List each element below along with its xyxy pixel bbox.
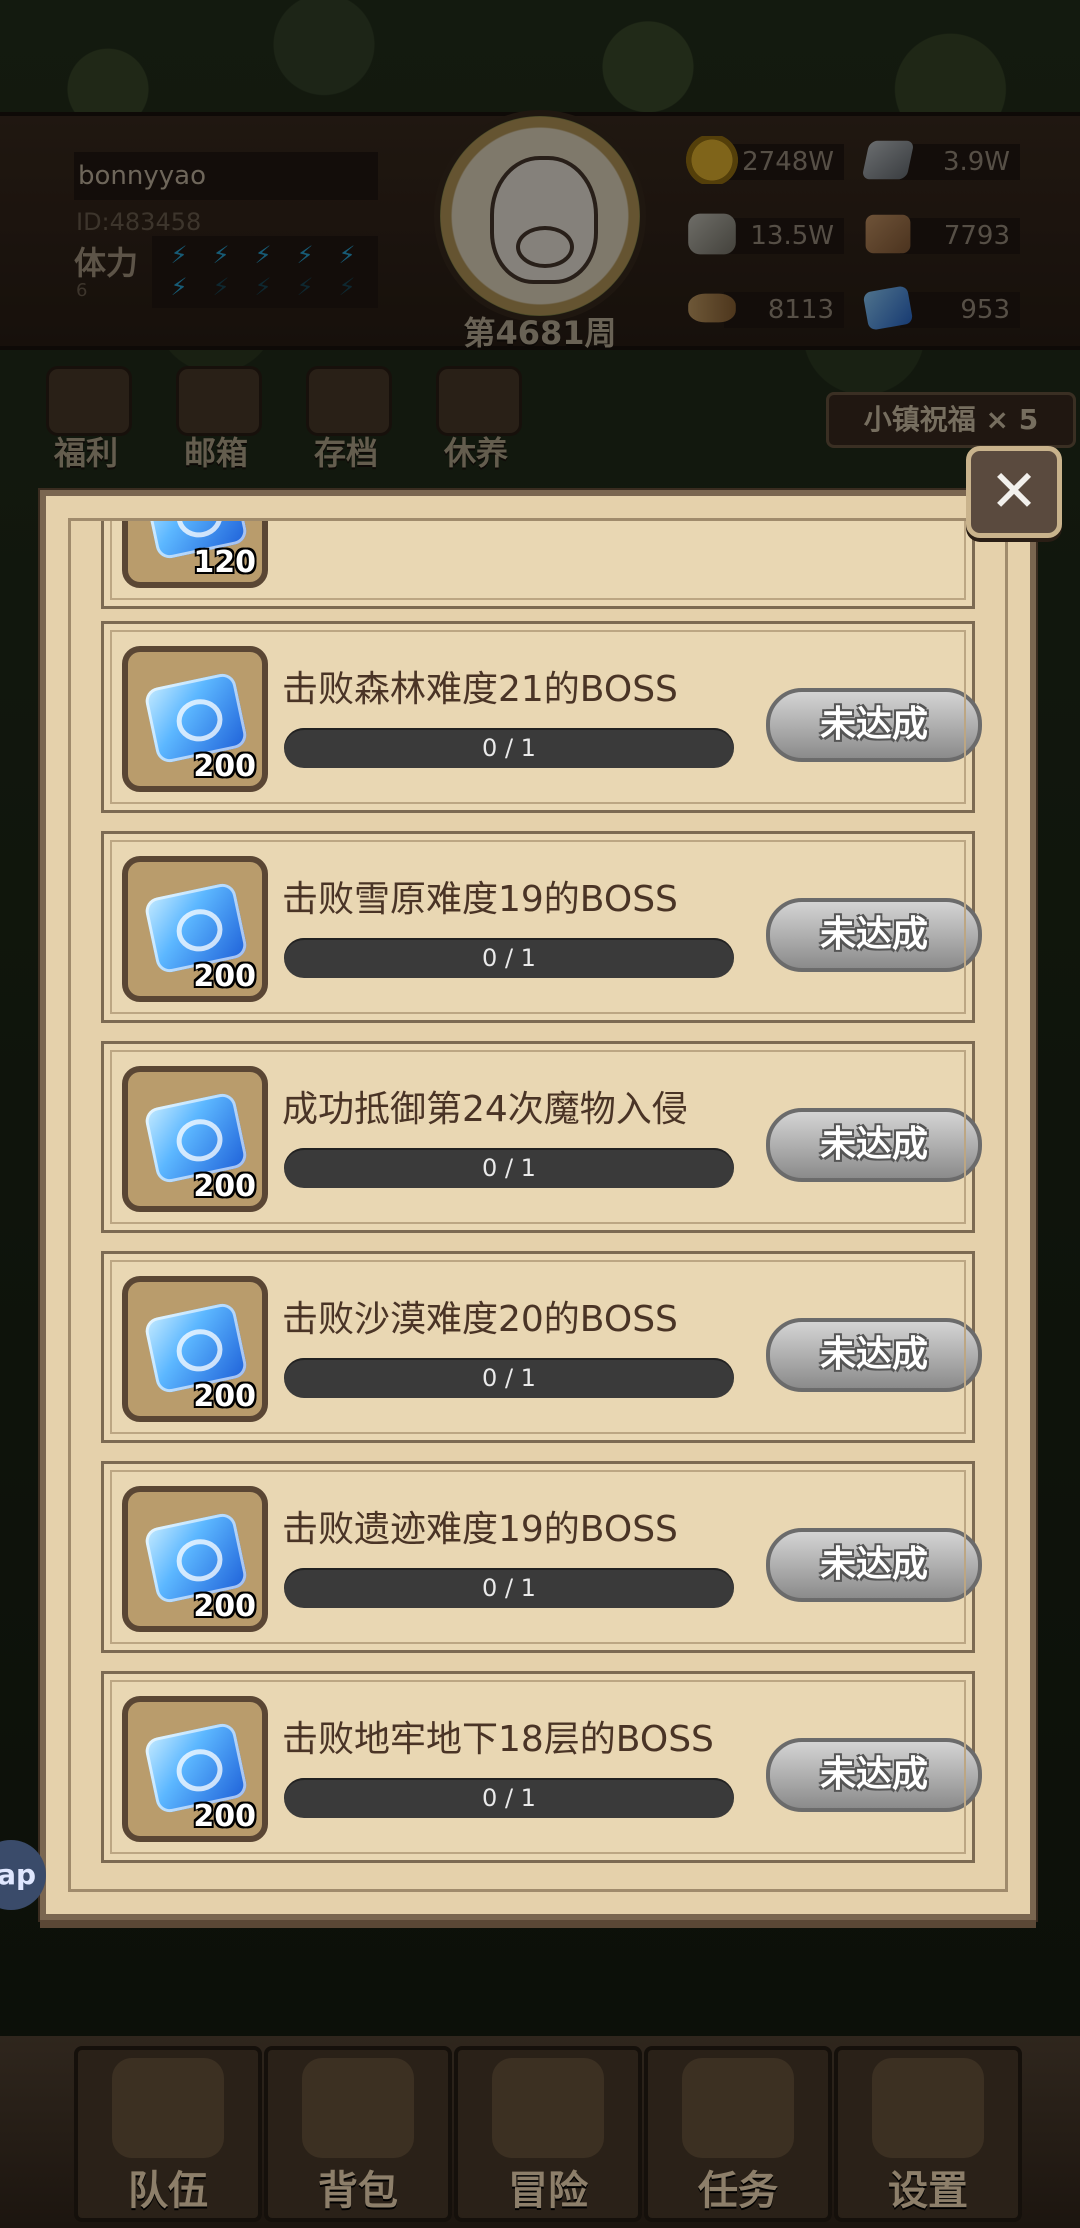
reward-count: 200 [193,1799,256,1834]
backpack-icon [302,2058,414,2158]
quest-row: 200 成功抵御第24次魔物入侵 0 / 1 未达成 [101,1041,982,1233]
quest-row: 200 击败森林难度21的BOSS 0 / 1 未达成 [101,621,982,813]
quest-progress-bar: 0 / 1 [284,1568,734,1608]
claim-button[interactable]: 未达成 [766,898,982,972]
bottom-nav-item[interactable]: 队伍 [74,2046,262,2222]
reward-count: 200 [193,1169,256,1204]
quest-title: 击败地牢地下18层的BOSS [282,1719,714,1760]
claim-button[interactable]: 未达成 [766,1318,982,1392]
claim-button[interactable]: 未达成 [766,1738,982,1812]
quest-row: 200 击败雪原难度19的BOSS 0 / 1 未达成 [101,831,982,1023]
quest-progress-text: 0 / 1 [482,944,536,972]
quest-row: 120 [101,521,975,609]
claim-button[interactable]: 未达成 [766,688,982,762]
reward-count: 120 [193,545,256,580]
quest-progress-text: 0 / 1 [482,1574,536,1602]
quest-title: 成功抵御第24次魔物入侵 [282,1089,688,1130]
quest-title: 击败沙漠难度20的BOSS [282,1299,678,1340]
quest-title: 击败森林难度21的BOSS [282,669,678,710]
reward-count: 200 [193,959,256,994]
bottom-nav-label: 背包 [318,2168,398,2214]
quest-row: 200 击败地牢地下18层的BOSS 0 / 1 未达成 [101,1671,982,1863]
quest-progress-bar: 0 / 1 [284,728,734,768]
quest-progress-text: 0 / 1 [482,1154,536,1182]
bottom-nav-item[interactable]: 背包 [264,2046,452,2222]
quest-progress-bar: 0 / 1 [284,1358,734,1398]
close-button[interactable]: ✕ [966,446,1062,538]
crossed-swords-icon [492,2058,604,2158]
quest-progress-bar: 0 / 1 [284,1148,734,1188]
reward-slot[interactable]: 120 [122,521,268,588]
reward-count: 200 [193,1379,256,1414]
reward-slot[interactable]: 200 [122,1066,268,1212]
quest-title: 击败雪原难度19的BOSS [282,879,678,920]
quest-progress-text: 0 / 1 [482,734,536,762]
claim-button[interactable]: 未达成 [766,1528,982,1602]
reward-count: 200 [193,749,256,784]
bottom-nav-item[interactable]: 冒险 [454,2046,642,2222]
bottom-nav-label: 任务 [698,2168,778,2214]
quest-row: 200 击败遗迹难度19的BOSS 0 / 1 未达成 [101,1461,982,1653]
bottom-nav-label: 设置 [888,2168,968,2214]
reward-slot[interactable]: 200 [122,856,268,1002]
quest-popup: 120 200 击败森林难度21的BOSS 0 / 1 未达成 200 击败雪原难度19的B… [40,490,1036,1920]
claim-button[interactable]: 未达成 [766,1108,982,1182]
close-x-icon: ✕ [989,457,1039,525]
quest-progress-bar: 0 / 1 [284,1778,734,1818]
reward-count: 200 [193,1589,256,1624]
reward-slot[interactable]: 200 [122,1276,268,1422]
quest-scroll-icon [682,2058,794,2158]
bottom-nav: 队伍 背包 冒险 任务 设置 [0,2036,1080,2228]
quest-row: 200 击败沙漠难度20的BOSS 0 / 1 未达成 [101,1251,982,1443]
bottom-nav-label: 冒险 [508,2168,588,2214]
bottom-nav-item[interactable]: 任务 [644,2046,832,2222]
bottom-nav-item[interactable]: 设置 [834,2046,1022,2222]
bottom-nav-label: 队伍 [128,2168,208,2214]
helmet-icon [112,2058,224,2158]
reward-slot[interactable]: 200 [122,646,268,792]
quest-progress-text: 0 / 1 [482,1784,536,1812]
gear-icon [872,2058,984,2158]
reward-slot[interactable]: 200 [122,1486,268,1632]
reward-slot[interactable]: 200 [122,1696,268,1842]
quest-list-viewport[interactable]: 120 200 击败森林难度21的BOSS 0 / 1 未达成 200 击败雪原难度19的B… [68,518,1008,1892]
quest-title: 击败遗迹难度19的BOSS [282,1509,678,1550]
quest-progress-bar: 0 / 1 [284,938,734,978]
quest-progress-text: 0 / 1 [482,1364,536,1392]
